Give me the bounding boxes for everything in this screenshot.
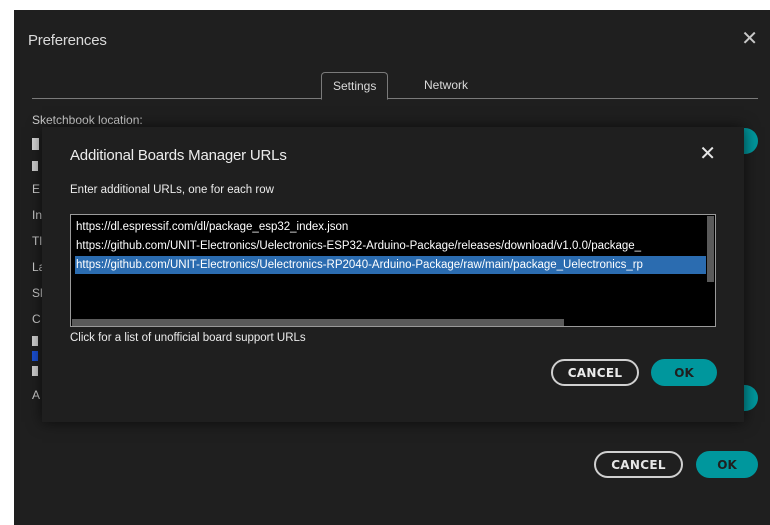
url-line-selected[interactable]: https://github.com/UNIT-Electronics/Uele… bbox=[75, 256, 706, 274]
dialog-ok-button[interactable]: OK bbox=[651, 359, 717, 386]
dialog-close-icon[interactable]: ✕ bbox=[699, 144, 716, 164]
background-checkbox bbox=[32, 336, 38, 346]
preferences-ok-button[interactable]: OK bbox=[696, 451, 758, 478]
dialog-title: Additional Boards Manager URLs bbox=[70, 147, 287, 164]
background-checkbox-checked bbox=[32, 351, 38, 361]
preferences-close-icon[interactable]: ✕ bbox=[741, 29, 758, 49]
horizontal-scrollbar[interactable] bbox=[72, 319, 564, 326]
background-url-button bbox=[744, 385, 758, 411]
url-line[interactable]: https://github.com/UNIT-Electronics/Uele… bbox=[75, 237, 641, 255]
background-label-editor: E bbox=[32, 182, 41, 196]
background-checkbox bbox=[32, 161, 38, 171]
tab-network[interactable]: Network bbox=[413, 72, 479, 99]
background-browse-button bbox=[744, 128, 758, 154]
background-path-field bbox=[32, 138, 39, 150]
background-checkbox bbox=[32, 366, 38, 376]
preferences-title: Preferences bbox=[28, 32, 107, 49]
dialog-instruction: Enter additional URLs, one for each row bbox=[70, 184, 274, 196]
urls-textarea[interactable]: https://dl.espressif.com/dl/package_esp3… bbox=[70, 214, 716, 327]
preferences-tabbar: Settings Network bbox=[32, 72, 758, 100]
sketchbook-location-label: Sketchbook location: bbox=[32, 113, 143, 127]
background-label-interface: In bbox=[32, 208, 43, 222]
boards-manager-urls-dialog: Additional Boards Manager URLs ✕ Enter a… bbox=[42, 127, 744, 422]
preferences-cancel-button[interactable]: CANCEL bbox=[594, 451, 683, 478]
background-label-additional: A bbox=[32, 388, 41, 402]
unofficial-board-urls-link[interactable]: Click for a list of unofficial board sup… bbox=[70, 332, 306, 344]
dialog-cancel-button[interactable]: CANCEL bbox=[551, 359, 639, 386]
tab-settings[interactable]: Settings bbox=[321, 72, 389, 100]
background-label-compiler: C bbox=[32, 312, 41, 326]
url-line[interactable]: https://dl.espressif.com/dl/package_esp3… bbox=[75, 218, 348, 236]
background-label-theme: Tl bbox=[32, 234, 42, 248]
vertical-scrollbar[interactable] bbox=[707, 216, 714, 282]
